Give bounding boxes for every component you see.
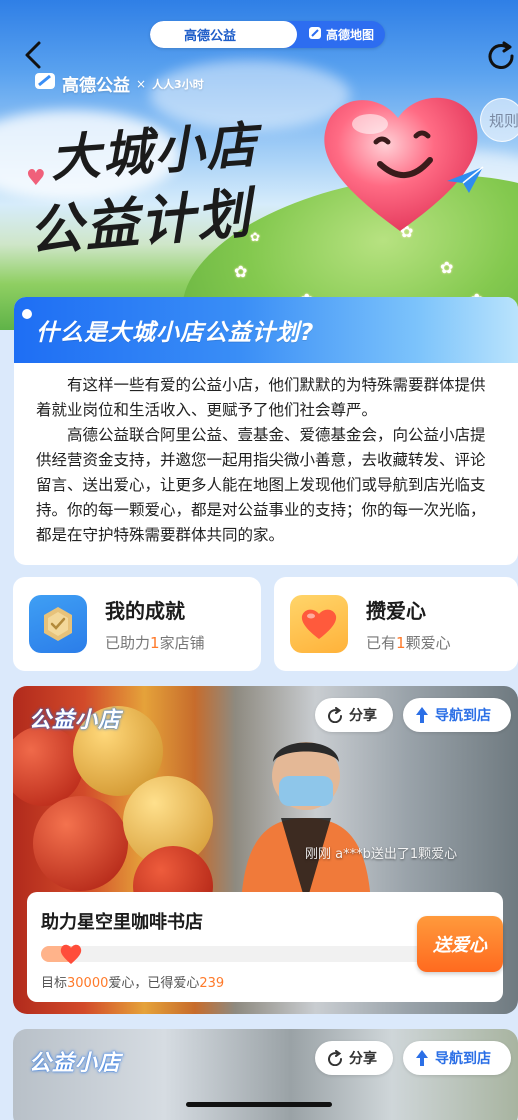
intro-card: 什么是大城小店公益计划? 有这样一些有爱的公益小店，他们默默的为特殊需要群体提供…	[14, 297, 518, 565]
share-button[interactable]: 分享	[315, 698, 393, 732]
my-achievement-card[interactable]: 我的成就 已助力1家店铺	[13, 577, 261, 671]
paper-plane-icon	[445, 165, 485, 199]
collect-love-card[interactable]: 攒爱心 已有1颗爱心	[274, 577, 518, 671]
tab-gaode-gongyi[interactable]: 高德公益	[150, 21, 323, 48]
medal-icon	[29, 595, 87, 653]
rules-button[interactable]: 规则	[480, 98, 518, 142]
map-logo-icon	[308, 26, 322, 43]
smiling-heart-icon	[318, 86, 483, 236]
heart-icon	[290, 595, 348, 653]
love-goal-text: 目标30000爱心，已得爱心239	[41, 976, 225, 991]
achievement-title: 我的成就	[105, 599, 185, 623]
heart-icon	[59, 942, 83, 966]
share-icon	[328, 1050, 343, 1066]
intro-body: 有这样一些有爱的公益小店，他们默默的为特殊需要群体提供着就业岗位和生活收入、更赋…	[14, 363, 518, 548]
collect-title: 攒爱心	[366, 599, 426, 623]
arrow-up-icon	[416, 707, 428, 723]
shop-card[interactable]: 公益小店 分享 导航到店 刚刚 a***b送出了1颗爱心 助力星空里咖啡书店 目…	[13, 686, 518, 1014]
back-button[interactable]	[18, 38, 48, 72]
love-progress-bar	[41, 944, 441, 964]
tab-gaode-map[interactable]: 高德地图	[297, 21, 385, 48]
intro-paragraph-1: 有这样一些有爱的公益小店，他们默默的为特殊需要群体提供着就业岗位和生活收入、更赋…	[36, 376, 486, 419]
navigate-to-shop-button[interactable]: 导航到店	[403, 1041, 511, 1075]
shop-staff-figure	[241, 742, 371, 904]
send-love-button[interactable]: 送爱心	[417, 916, 503, 972]
intro-heading: 什么是大城小店公益计划?	[36, 320, 315, 346]
share-icon	[488, 41, 514, 69]
home-indicator[interactable]	[186, 1102, 332, 1107]
search-icon[interactable]	[314, 47, 330, 48]
chevron-left-icon	[25, 41, 41, 69]
hero-banner: ✿ ✿ ✿ ✿ ✿ ✿ 高德公益 × 人人3小时 ♥ 大城小店 公益计划	[0, 0, 518, 330]
share-icon	[328, 707, 343, 723]
gaode-logo-icon	[34, 70, 56, 97]
navigate-to-shop-button[interactable]: 导航到店	[403, 698, 511, 732]
charity-shop-badge: 公益小店	[29, 708, 122, 733]
donation-ticker: 刚刚 a***b送出了1颗爱心	[305, 847, 458, 862]
top-switch-bar: 高德公益 高德地图	[150, 21, 385, 48]
intro-paragraph-2: 高德公益联合阿里公益、壹基金、爱德基金会，向公益小店提供经营资金支持，并邀您一起…	[36, 426, 486, 544]
achievement-subtitle: 已助力1家店铺	[105, 634, 205, 652]
brand-logos: 高德公益 × 人人3小时	[34, 70, 204, 97]
charity-shop-badge: 公益小店	[29, 1051, 122, 1076]
collect-subtitle: 已有1颗爱心	[366, 634, 451, 652]
intro-header: 什么是大城小店公益计划?	[14, 297, 518, 363]
share-button[interactable]: 分享	[315, 1041, 393, 1075]
share-top-button[interactable]	[484, 38, 518, 72]
arrow-up-icon	[416, 1050, 428, 1066]
